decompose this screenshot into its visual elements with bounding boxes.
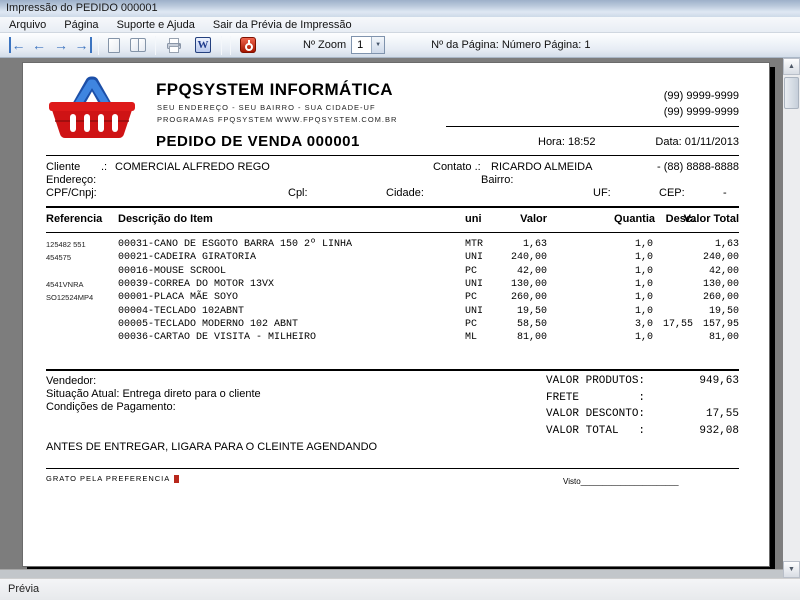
contato-label: Contato .: bbox=[433, 161, 481, 173]
cliente-sep: .: bbox=[101, 161, 107, 173]
total-label: VALOR PRODUTOS: bbox=[546, 375, 645, 387]
close-preview-button[interactable] bbox=[240, 37, 256, 53]
menu-sair-previa[interactable]: Sair da Prévia de Impressão bbox=[204, 17, 361, 33]
total-value: 932,08 bbox=[699, 425, 739, 437]
statusbar-text: Prévia bbox=[8, 583, 39, 595]
total-label: FRETE : bbox=[546, 392, 645, 404]
divider bbox=[46, 232, 739, 233]
zoom-dropdown[interactable]: 1 ▼ bbox=[351, 36, 385, 54]
document-page: FPQSYSTEM INFORMÁTICA SEU ENDEREÇO - SEU… bbox=[22, 62, 770, 567]
situacao-text: Situação Atual: Entrega direto para o cl… bbox=[46, 388, 261, 400]
menubar: Arquivo Página Suporte e Ajuda Sair da P… bbox=[0, 17, 800, 33]
arrow-down-icon: ▼ bbox=[788, 566, 795, 573]
toolbar-separator bbox=[221, 36, 222, 55]
prev-page-button[interactable]: ← bbox=[28, 36, 50, 54]
vendedor-label: Vendedor: bbox=[46, 375, 96, 387]
company-address: SEU ENDEREÇO - SEU BAIRRO - SUA CIDADE-U… bbox=[157, 103, 376, 112]
divider bbox=[46, 369, 739, 371]
col-referencia: Referencia bbox=[46, 213, 102, 225]
col-valor-total: Valor Total bbox=[684, 213, 739, 225]
toolbar-separator bbox=[230, 36, 231, 55]
total-label: VALOR TOTAL : bbox=[546, 425, 645, 437]
cep-value: - bbox=[723, 187, 727, 199]
toolbar: ← ← → → W Nº Zoom 1 ▼ Nº da Página: Núme bbox=[0, 33, 800, 58]
contato-phone: - (88) 8888-8888 bbox=[657, 161, 739, 173]
cep-label: CEP: bbox=[659, 187, 685, 199]
next-page-icon: → bbox=[54, 37, 68, 53]
company-phone-1: (99) 9999-9999 bbox=[664, 90, 739, 102]
red-mark-icon bbox=[174, 475, 179, 483]
col-uni: uni bbox=[465, 213, 482, 225]
order-date: Data: 01/11/2013 bbox=[655, 136, 739, 148]
export-word-button[interactable]: W bbox=[195, 37, 211, 53]
horizontal-scrollbar[interactable] bbox=[0, 569, 783, 578]
cpl-label: Cpl: bbox=[288, 187, 308, 199]
window-title: Impressão do PEDIDO 000001 bbox=[6, 2, 158, 14]
contato-value: RICARDO ALMEIDA bbox=[491, 161, 592, 173]
menu-pagina[interactable]: Página bbox=[55, 17, 107, 33]
single-page-view-button[interactable] bbox=[108, 38, 120, 53]
zoom-value: 1 bbox=[352, 37, 371, 53]
scrollbar-thumb[interactable] bbox=[784, 77, 799, 109]
order-title: PEDIDO DE VENDA 000001 bbox=[156, 133, 360, 150]
total-value: 17,55 bbox=[706, 408, 739, 420]
basket-logo-icon bbox=[46, 74, 138, 140]
toolbar-separator bbox=[155, 36, 156, 55]
total-label: VALOR DESCONTO: bbox=[546, 408, 645, 420]
uf-label: UF: bbox=[593, 187, 611, 199]
preview-area: FPQSYSTEM INFORMÁTICA SEU ENDEREÇO - SEU… bbox=[0, 58, 783, 578]
first-page-button[interactable]: ← bbox=[6, 36, 28, 54]
zoom-label: Nº Zoom bbox=[303, 39, 346, 51]
scroll-down-button[interactable]: ▼ bbox=[783, 561, 800, 578]
last-page-button[interactable]: → bbox=[72, 36, 94, 54]
condicoes-label: Condições de Pagamento: bbox=[46, 401, 176, 413]
col-descricao: Descrição do Item bbox=[118, 213, 213, 225]
cidade-label: Cidade: bbox=[386, 187, 424, 199]
company-programs: PROGRAMAS FPQSYSTEM WWW.FPQSYSTEM.COM.BR bbox=[157, 115, 397, 124]
print-button[interactable] bbox=[166, 38, 183, 53]
cpf-label: CPF/Cnpj: bbox=[46, 187, 97, 199]
printer-icon bbox=[166, 38, 183, 53]
company-phone-2: (99) 9999-9999 bbox=[664, 106, 739, 118]
print-preview-window: Impressão do PEDIDO 000001 Arquivo Págin… bbox=[0, 0, 800, 600]
scroll-up-button[interactable]: ▲ bbox=[783, 58, 800, 75]
order-time: Hora: 18:52 bbox=[538, 136, 595, 148]
col-valor: Valor bbox=[520, 213, 547, 225]
next-page-button[interactable]: → bbox=[50, 36, 72, 54]
toolbar-separator bbox=[98, 36, 99, 55]
company-name: FPQSYSTEM INFORMÁTICA bbox=[156, 80, 393, 100]
cliente-label: Cliente bbox=[46, 161, 80, 173]
page-number-info: Nº da Página: Número Página: 1 bbox=[431, 39, 590, 51]
chevron-down-icon[interactable]: ▼ bbox=[371, 37, 384, 53]
divider bbox=[46, 155, 739, 156]
last-page-icon: → bbox=[75, 37, 92, 53]
col-quantia: Quantia bbox=[614, 213, 655, 225]
divider bbox=[446, 126, 739, 127]
divider bbox=[46, 206, 739, 208]
arrow-up-icon: ▲ bbox=[788, 63, 795, 70]
visto-line: Visto______________________ bbox=[563, 477, 679, 486]
bairro-label: Bairro: bbox=[481, 174, 513, 186]
total-value: 949,63 bbox=[699, 375, 739, 387]
word-icon: W bbox=[198, 39, 209, 51]
endereco-label: Endereço: bbox=[46, 174, 96, 186]
menu-arquivo[interactable]: Arquivo bbox=[0, 17, 55, 33]
vertical-scrollbar[interactable]: ▲ ▼ bbox=[783, 58, 800, 578]
cliente-value: COMERCIAL ALFREDO REGO bbox=[115, 161, 270, 173]
two-page-view-button[interactable] bbox=[130, 38, 146, 52]
window-titlebar: Impressão do PEDIDO 000001 bbox=[0, 0, 800, 17]
statusbar: Prévia bbox=[0, 578, 800, 600]
menu-suporte-ajuda[interactable]: Suporte e Ajuda bbox=[108, 17, 204, 33]
prev-page-icon: ← bbox=[32, 37, 46, 53]
grato-text: GRATO PELA PREFERENCIA bbox=[46, 474, 179, 483]
first-page-icon: ← bbox=[9, 37, 26, 53]
divider bbox=[46, 468, 739, 469]
aviso-text: ANTES DE ENTREGAR, LIGARA PARA O CLEINTE… bbox=[46, 441, 377, 453]
